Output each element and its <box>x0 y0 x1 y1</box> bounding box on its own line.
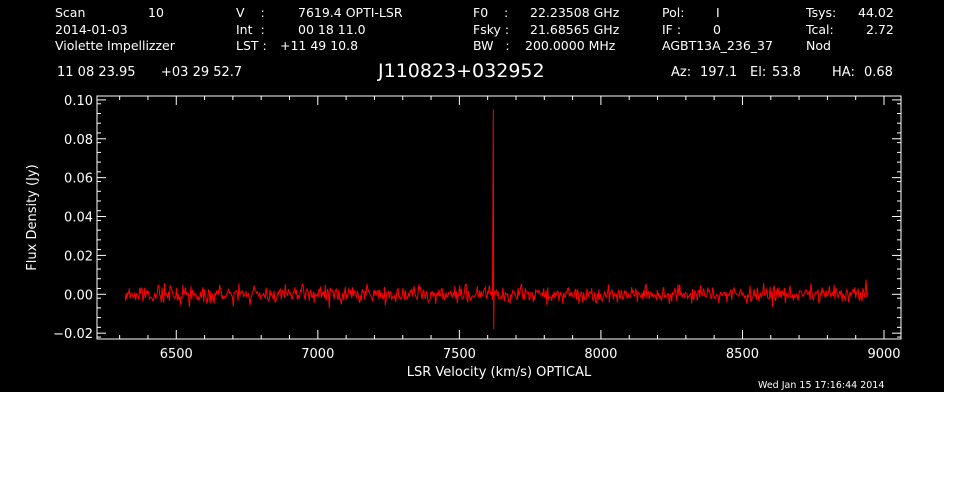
spectrum-panel: Scan 10 2014-01-03 Violette Impellizzer … <box>0 0 944 392</box>
plot-frame <box>96 95 902 340</box>
x-tick-label: 7000 <box>301 347 334 362</box>
y-tick-label: 0.00 <box>64 288 93 303</box>
y-tick-label: −0.02 <box>53 327 93 342</box>
y-tick-label: 0.04 <box>64 211 93 226</box>
x-tick-label: 6500 <box>160 347 193 362</box>
y-tick-label: 0.06 <box>64 172 93 187</box>
x-tick-label: 7500 <box>443 347 476 362</box>
plot-timestamp: Wed Jan 15 17:16:44 2014 <box>758 380 885 391</box>
x-tick-label: 9000 <box>867 347 900 362</box>
spectrum-plot: 6500 7000 7500 8000 8500 9000 −0.02 0.00 0.02 0.0… <box>25 94 902 380</box>
x-tick-label: 8000 <box>584 347 617 362</box>
y-tick-label: 0.02 <box>64 249 93 264</box>
y-tick-label: 0.08 <box>64 133 93 148</box>
spectrum-trace <box>124 109 869 330</box>
x-tick-label: 8500 <box>726 347 759 362</box>
y-tick-label: 0.10 <box>64 94 93 109</box>
x-axis-label: LSR Velocity (km/s) OPTICAL <box>407 365 592 380</box>
y-axis-label: Flux Density (Jy) <box>25 164 40 270</box>
